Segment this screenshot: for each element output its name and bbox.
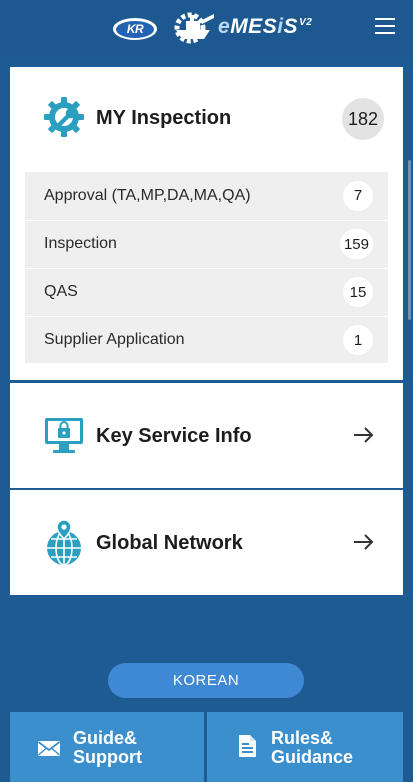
brand-main: MES (230, 15, 278, 38)
inspection-item-inspection[interactable]: Inspection 159 (25, 220, 388, 267)
global-network-title: Global Network (96, 532, 243, 554)
inspection-list: Approval (TA,MP,DA,MA,QA) 7 Inspection 1… (25, 172, 388, 363)
envelope-icon (37, 741, 61, 756)
guide-support-label: Guide& Support (73, 728, 142, 767)
key-service-info-card[interactable]: Key Service Info (10, 383, 403, 488)
globe-pin-icon (47, 519, 81, 566)
brand-e: e (218, 15, 231, 38)
arrow-right-icon (354, 534, 374, 550)
my-inspection-card: MY Inspection 182 Approval (TA,MP,DA,MA,… (10, 67, 403, 380)
emesis-brand: eMESiSV2 (218, 15, 312, 43)
inspection-item-qas[interactable]: QAS 15 (25, 268, 388, 315)
app-header: KR eMESiSV2 (0, 0, 413, 56)
inspection-item-label: Supplier Application (44, 331, 185, 348)
document-icon (239, 735, 256, 757)
inspection-item-label: QAS (44, 283, 78, 300)
my-inspection-title: MY Inspection (96, 107, 232, 129)
inspection-total-badge: 182 (342, 98, 384, 140)
kr-logo: KR (113, 18, 157, 40)
inspection-item-count: 15 (343, 277, 373, 307)
arrow-right-icon (354, 427, 374, 443)
monitor-lock-icon (45, 418, 83, 453)
inspection-item-count: 1 (343, 325, 373, 355)
gear-wrench-icon (44, 97, 84, 137)
kr-logo-text: KR (116, 20, 154, 38)
key-service-info-title: Key Service Info (96, 425, 252, 447)
korean-language-button[interactable]: KOREAN (108, 663, 304, 698)
inspection-item-approval[interactable]: Approval (TA,MP,DA,MA,QA) 7 (25, 172, 388, 219)
global-network-card[interactable]: Global Network (10, 490, 403, 595)
inspection-item-label: Inspection (44, 235, 117, 252)
brand-version: V2 (299, 17, 313, 28)
guide-support-button[interactable]: Guide& Support (10, 712, 204, 782)
hamburger-menu-icon[interactable] (375, 18, 397, 36)
brand-s: S (283, 15, 299, 38)
inspection-item-count: 7 (343, 180, 373, 211)
scrollbar[interactable] (408, 160, 411, 320)
rules-guidance-label: Rules& Guidance (271, 728, 354, 767)
ship-gear-logo-icon (174, 12, 214, 44)
inspection-item-supplier-application[interactable]: Supplier Application 1 (25, 316, 388, 363)
inspection-item-label: Approval (TA,MP,DA,MA,QA) (44, 186, 251, 204)
inspection-item-count: 159 (339, 229, 373, 259)
rules-guidance-button[interactable]: Rules& Guidance (207, 712, 403, 782)
